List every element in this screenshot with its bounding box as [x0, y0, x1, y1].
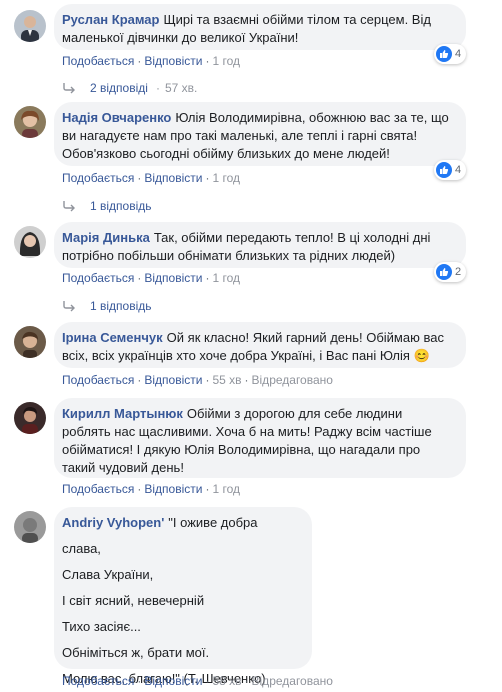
like-link[interactable]: Подобається: [62, 373, 134, 387]
reaction-count[interactable]: 2: [434, 262, 467, 282]
comment-author[interactable]: Кирилл Мартынюк: [62, 406, 183, 421]
avatar[interactable]: [14, 402, 46, 434]
reply-link[interactable]: Відповісти: [144, 373, 202, 387]
edited-label[interactable]: Відредаговано: [252, 373, 333, 387]
timestamp[interactable]: 1 год: [212, 54, 240, 68]
comment-author[interactable]: Руслан Крамар: [62, 12, 159, 27]
comment-author[interactable]: Надія Овчаренко: [62, 110, 171, 125]
reply-link[interactable]: Відповісти: [144, 171, 202, 185]
comment-author[interactable]: Andriy Vyhopen': [62, 515, 164, 530]
edited-label[interactable]: Відредаговано: [252, 674, 333, 688]
like-link[interactable]: Подобається: [62, 54, 134, 68]
reaction-number: 2: [455, 266, 462, 278]
comment-bubble: Руслан Крамар Щирі та взаємні обійми тіло…: [54, 4, 466, 50]
comment-line: Обніміться ж, брати мої.: [62, 645, 210, 660]
comment-author[interactable]: Ірина Семенчук: [62, 330, 163, 345]
smile-emoji: 😊: [413, 348, 430, 363]
comment-bubble: Кирилл Мартынюк Обійми з дорогою для себе…: [54, 398, 466, 478]
timestamp[interactable]: 58 хв: [212, 674, 241, 688]
replies-time: 57 хв.: [164, 81, 198, 95]
view-replies[interactable]: 1 відповідь: [62, 198, 152, 214]
timestamp[interactable]: 1 год: [212, 171, 240, 185]
timestamp[interactable]: 1 год: [212, 271, 240, 285]
comment-actions: Подобається · Відповісти · 1 год: [62, 482, 240, 496]
comment-author[interactable]: Марія Динька: [62, 230, 150, 245]
comment-bubble: Марія Динька Так, обійми передають тепло!…: [54, 222, 466, 268]
reply-arrow-icon: [63, 83, 75, 94]
like-reaction-icon: [436, 46, 452, 62]
avatar[interactable]: [14, 10, 46, 42]
timestamp[interactable]: 1 год: [212, 482, 240, 496]
comment-actions: Подобається · Відповісти · 1 год: [62, 271, 240, 285]
reply-link[interactable]: Відповісти: [144, 54, 202, 68]
comment-line: І світ ясний, невечерній: [62, 593, 205, 608]
like-link[interactable]: Подобається: [62, 271, 134, 285]
view-replies[interactable]: 1 відповідь: [62, 298, 152, 314]
view-replies[interactable]: 2 відповіді · 57 хв.: [62, 80, 197, 96]
replies-count[interactable]: 1 відповідь: [90, 298, 152, 314]
reaction-count[interactable]: 4: [434, 44, 467, 64]
like-link[interactable]: Подобається: [62, 171, 134, 185]
comment-line: Слава України,: [62, 567, 154, 582]
like-link[interactable]: Подобається: [62, 674, 134, 688]
reaction-number: 4: [455, 164, 462, 176]
reply-arrow-icon: [63, 201, 75, 212]
comment-actions: Подобається · Відповісти · 58 хв · Відредагова…: [62, 674, 333, 688]
reaction-count[interactable]: 4: [434, 160, 467, 180]
like-reaction-icon: [436, 162, 452, 178]
comment-bubble: Надія Овчаренко Юлія Володимирівна, обожн…: [54, 102, 466, 166]
comment-bubble: Andriy Vyhopen' "І оживе добра слава, Сла…: [54, 507, 312, 686]
comment-actions: Подобається · Відповісти · 55 хв · Відредагова…: [62, 373, 333, 387]
reply-arrow-icon: [63, 301, 75, 312]
reply-link[interactable]: Відповісти: [144, 674, 202, 688]
comment-actions: Подобається · Відповісти · 1 год: [62, 171, 240, 185]
comment-line: Тихо засіяє...: [62, 619, 141, 634]
like-link[interactable]: Подобається: [62, 482, 134, 496]
comment-actions: Подобається · Відповісти · 1 год: [62, 54, 240, 68]
reply-link[interactable]: Відповісти: [144, 482, 202, 496]
replies-count[interactable]: 1 відповідь: [90, 198, 152, 214]
avatar[interactable]: [14, 226, 46, 258]
timestamp[interactable]: 55 хв: [212, 373, 241, 387]
reply-link[interactable]: Відповісти: [144, 271, 202, 285]
reaction-number: 4: [455, 48, 462, 60]
avatar[interactable]: [14, 511, 46, 543]
comment-bubble: Ірина Семенчук Ой як класно! Який гарний …: [54, 322, 466, 368]
avatar[interactable]: [14, 106, 46, 138]
like-reaction-icon: [436, 264, 452, 280]
avatar[interactable]: [14, 326, 46, 358]
replies-count[interactable]: 2 відповіді: [90, 80, 148, 96]
